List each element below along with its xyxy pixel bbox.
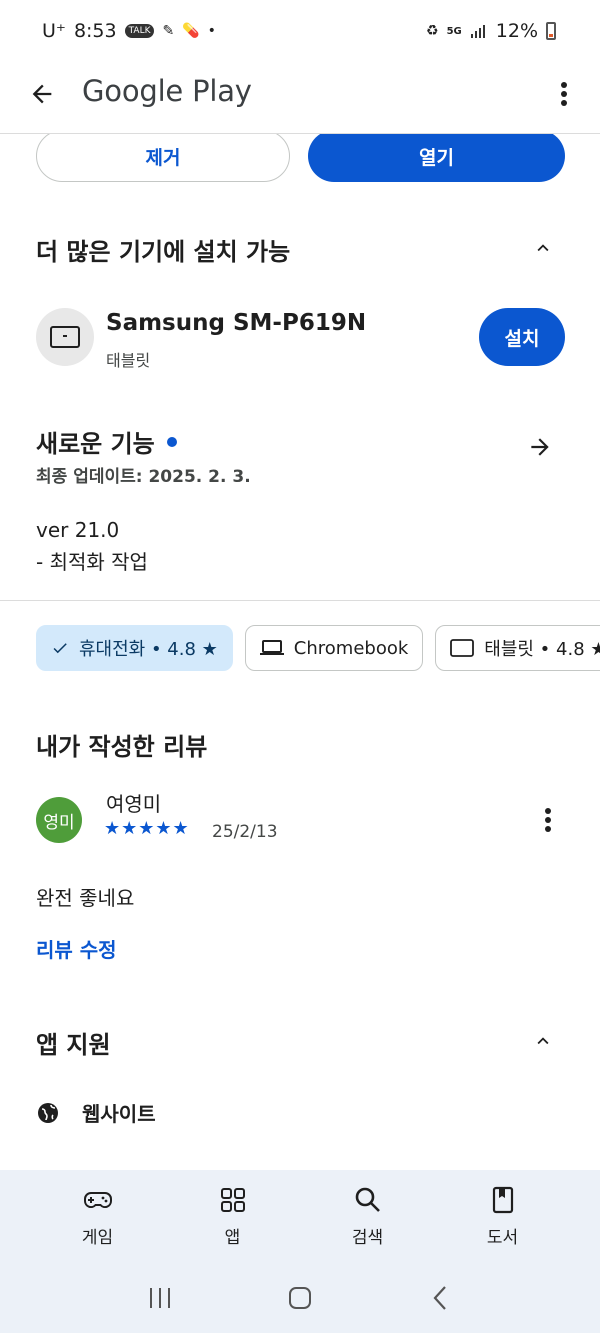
check-icon bbox=[53, 643, 67, 654]
version-label: ver 21.0 bbox=[36, 518, 120, 542]
pen-icon: ✎ bbox=[162, 23, 175, 39]
home-icon bbox=[289, 1286, 311, 1309]
collapse-more-devices-icon[interactable] bbox=[532, 237, 554, 259]
system-navigation bbox=[0, 1262, 600, 1333]
nav-search[interactable]: 검색 bbox=[318, 1185, 418, 1248]
battery-percent: 12% bbox=[495, 20, 538, 42]
reviewer-name: 여영미 bbox=[106, 792, 162, 816]
recents-button[interactable] bbox=[145, 1283, 175, 1313]
home-button[interactable] bbox=[285, 1283, 315, 1313]
nav-apps-label: 앱 bbox=[224, 1227, 241, 1248]
system-back-button[interactable] bbox=[425, 1283, 455, 1313]
section-divider bbox=[0, 600, 600, 601]
avatar: 영미 bbox=[36, 797, 82, 843]
chip-label: 휴대전화 • 4.8 ★ bbox=[79, 639, 218, 660]
uninstall-button[interactable]: 제거 bbox=[36, 134, 290, 182]
last-updated: 최종 업데이트: 2025. 2. 3. bbox=[36, 467, 251, 487]
tablet-icon bbox=[450, 639, 475, 657]
chip-phone[interactable]: 휴대전화 • 4.8 ★ bbox=[36, 625, 233, 671]
pill-icon: 💊 bbox=[182, 23, 200, 39]
app-support-title: 앱 지원 bbox=[36, 1031, 111, 1059]
device-type: 태블릿 bbox=[106, 351, 151, 370]
battery-icon bbox=[546, 22, 556, 40]
chip-label: 태블릿 • 4.8 ★ bbox=[484, 639, 600, 660]
chip-chromebook[interactable]: Chromebook bbox=[244, 625, 424, 671]
release-notes: ver 21.0 - 최적화 작업 bbox=[36, 514, 148, 578]
review-more-button[interactable] bbox=[540, 806, 556, 834]
nav-books[interactable]: 도서 bbox=[453, 1185, 553, 1248]
more-devices-title: 더 많은 기기에 설치 가능 bbox=[36, 238, 291, 266]
lock-icon: ♻ bbox=[426, 23, 439, 39]
website-label: 웹사이트 bbox=[82, 1102, 156, 1126]
bottom-navigation: 게임 앱 검색 도서 bbox=[0, 1170, 600, 1262]
talk-badge: TALK bbox=[124, 24, 155, 38]
signal-icon bbox=[470, 25, 485, 38]
device-name: Samsung SM-P619N bbox=[106, 310, 367, 336]
status-right: ♻ 5G 12% bbox=[426, 20, 556, 42]
carrier-label: U⁺ bbox=[42, 20, 66, 42]
laptop-icon bbox=[259, 640, 284, 655]
chevron-left-icon bbox=[433, 1285, 446, 1310]
whats-new-title: 새로운 기능 bbox=[36, 430, 155, 458]
nav-games[interactable]: 게임 bbox=[48, 1185, 148, 1248]
recents-icon bbox=[150, 1287, 170, 1308]
page-title: Google Play bbox=[82, 74, 252, 108]
search-icon bbox=[355, 1187, 380, 1212]
open-button[interactable]: 열기 bbox=[308, 134, 565, 182]
whats-new-row[interactable]: 새로운 기능 최종 업데이트: 2025. 2. 3. bbox=[36, 424, 565, 487]
install-button[interactable]: 설치 bbox=[479, 308, 565, 366]
status-left: U⁺ 8:53 TALK ✎ 💊 • bbox=[42, 20, 216, 42]
chip-label: Chromebook bbox=[293, 637, 409, 659]
review-text: 완전 좋네요 bbox=[36, 886, 135, 910]
dot-icon: • bbox=[207, 23, 216, 39]
page-content: 제거 열기 더 많은 기기에 설치 가능 Samsung SM-P619N 태블… bbox=[0, 134, 600, 1170]
status-time: 8:53 bbox=[73, 20, 117, 42]
my-review-title: 내가 작성한 리뷰 bbox=[36, 733, 208, 761]
book-icon bbox=[492, 1186, 513, 1213]
more-vert-icon bbox=[561, 82, 567, 106]
network-badge: 5G bbox=[446, 25, 462, 37]
more-options-button[interactable] bbox=[552, 76, 576, 112]
chip-tablet[interactable]: 태블릿 • 4.8 ★ bbox=[435, 625, 600, 671]
review-date: 25/2/13 bbox=[212, 822, 278, 842]
status-bar: U⁺ 8:53 TALK ✎ 💊 • ♻ 5G 12% bbox=[0, 0, 600, 62]
back-button[interactable] bbox=[24, 76, 60, 112]
gamepad-icon bbox=[83, 1191, 112, 1208]
new-indicator-dot bbox=[166, 436, 177, 447]
action-buttons: 제거 열기 bbox=[36, 134, 565, 182]
globe-icon bbox=[38, 1102, 58, 1123]
edit-review-link[interactable]: 리뷰 수정 bbox=[36, 934, 117, 963]
more-vert-icon bbox=[545, 808, 551, 832]
arrow-right-icon[interactable] bbox=[527, 434, 553, 460]
nav-games-label: 게임 bbox=[81, 1227, 114, 1248]
whats-new-heading: 새로운 기능 bbox=[36, 424, 177, 459]
nav-books-label: 도서 bbox=[486, 1227, 519, 1248]
arrow-left-icon bbox=[32, 84, 52, 104]
device-avatar bbox=[36, 308, 94, 366]
website-row[interactable]: 웹사이트 bbox=[36, 1098, 156, 1127]
review-stars: ★★★★★ bbox=[104, 818, 190, 839]
device-row: Samsung SM-P619N 태블릿 설치 bbox=[36, 306, 565, 370]
apps-grid-icon bbox=[220, 1187, 245, 1212]
nav-apps[interactable]: 앱 bbox=[183, 1185, 283, 1248]
device-filter-chips: 휴대전화 • 4.8 ★ Chromebook 태블릿 • 4.8 ★ bbox=[36, 625, 600, 671]
nav-search-label: 검색 bbox=[351, 1227, 384, 1248]
tablet-icon bbox=[50, 326, 80, 348]
collapse-app-support-icon[interactable] bbox=[532, 1030, 554, 1052]
app-bar: Google Play bbox=[0, 62, 600, 134]
release-note-item: - 최적화 작업 bbox=[36, 550, 148, 574]
